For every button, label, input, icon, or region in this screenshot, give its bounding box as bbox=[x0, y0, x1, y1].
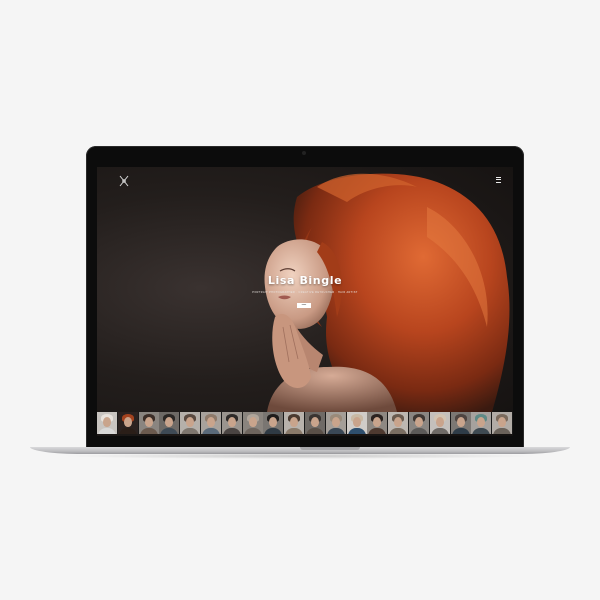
thumbnail-shoulders bbox=[139, 428, 158, 434]
portrait-thumbnail[interactable] bbox=[304, 412, 325, 434]
portrait-thumbnail[interactable] bbox=[221, 412, 242, 434]
portrait-thumbnail[interactable] bbox=[450, 412, 471, 434]
hero-title: Lisa Bingle bbox=[267, 274, 343, 287]
portrait-thumbnail[interactable] bbox=[471, 412, 492, 434]
thumbnail-shoulders bbox=[409, 428, 428, 434]
thumbnail-shoulders bbox=[222, 428, 241, 434]
thumbnail-face bbox=[103, 417, 111, 427]
thumbnail-shoulders bbox=[285, 428, 304, 434]
product-showcase: Lisa Bingle Portrait Photographer · Crea… bbox=[0, 0, 600, 600]
crossed-tools-logo-icon[interactable] bbox=[117, 174, 131, 188]
portrait-thumbnail[interactable] bbox=[97, 412, 117, 434]
thumbnail-face bbox=[352, 417, 361, 427]
portrait-thumbnail[interactable] bbox=[263, 412, 284, 434]
thumbnail-shoulders bbox=[243, 428, 262, 434]
webcam-icon bbox=[302, 151, 306, 155]
thumbnail-face bbox=[206, 417, 215, 427]
hero-subtitle: Portrait Photographer · Creative Retouch… bbox=[252, 291, 358, 294]
menu-line bbox=[495, 181, 501, 183]
hero-portrait-image bbox=[264, 173, 510, 412]
thumbnail-face bbox=[269, 417, 278, 427]
portrait-thumbnail[interactable] bbox=[159, 412, 180, 434]
more-button[interactable]: more bbox=[297, 303, 311, 308]
thumbnail-shoulders bbox=[347, 428, 366, 434]
thumbnail-face bbox=[310, 417, 319, 427]
thumbnail-shoulders bbox=[472, 428, 491, 434]
portrait-thumbnail[interactable] bbox=[388, 412, 409, 434]
laptop-screen: Lisa Bingle Portrait Photographer · Crea… bbox=[97, 167, 513, 436]
laptop-shadow bbox=[60, 453, 540, 459]
portrait-thumbnail[interactable] bbox=[346, 412, 367, 434]
thumbnail-shoulders bbox=[118, 428, 137, 434]
thumbnail-face bbox=[394, 417, 403, 427]
thumbnail-strip bbox=[97, 412, 513, 434]
portrait-thumbnail[interactable] bbox=[429, 412, 450, 434]
laptop-lid: Lisa Bingle Portrait Photographer · Crea… bbox=[86, 146, 524, 448]
portrait-thumbnail[interactable] bbox=[408, 412, 429, 434]
portrait-thumbnail[interactable] bbox=[138, 412, 159, 434]
hamburger-menu-icon[interactable] bbox=[493, 175, 503, 185]
portrait-thumbnail[interactable] bbox=[180, 412, 201, 434]
thumbnail-face bbox=[414, 417, 423, 427]
thumbnail-shoulders bbox=[326, 428, 345, 434]
thumbnail-shoulders bbox=[368, 428, 387, 434]
thumbnail-face bbox=[331, 417, 340, 427]
thumbnail-shoulders bbox=[430, 428, 449, 434]
portrait-thumbnail[interactable] bbox=[367, 412, 388, 434]
thumbnail-face bbox=[123, 417, 132, 427]
thumbnail-face bbox=[248, 417, 257, 427]
thumbnail-shoulders bbox=[451, 428, 470, 434]
portrait-thumbnail[interactable] bbox=[325, 412, 346, 434]
menu-line bbox=[495, 179, 501, 180]
thumbnail-face bbox=[227, 417, 236, 427]
laptop-opening-notch bbox=[300, 447, 360, 450]
portrait-thumbnail[interactable] bbox=[200, 412, 221, 434]
thumbnail-shoulders bbox=[264, 428, 283, 434]
thumbnail-shoulders bbox=[160, 428, 179, 434]
portrait-thumbnail[interactable] bbox=[242, 412, 263, 434]
thumbnail-shoulders bbox=[305, 428, 324, 434]
thumbnail-face bbox=[144, 417, 153, 427]
thumbnail-shoulders bbox=[389, 428, 408, 434]
portrait-thumbnail[interactable] bbox=[284, 412, 305, 434]
thumbnail-face bbox=[498, 417, 507, 427]
thumbnail-shoulders bbox=[98, 428, 116, 434]
thumbnail-face bbox=[456, 417, 465, 427]
portrait-thumbnail[interactable] bbox=[492, 412, 513, 434]
thumbnail-shoulders bbox=[181, 428, 200, 434]
thumbnail-face bbox=[290, 417, 299, 427]
portrait-thumbnail[interactable] bbox=[117, 412, 138, 434]
thumbnail-shoulders bbox=[493, 428, 512, 434]
thumbnail-face bbox=[373, 417, 382, 427]
thumbnail-face bbox=[435, 417, 444, 427]
thumbnail-face bbox=[186, 417, 195, 427]
thumbnail-shoulders bbox=[201, 428, 220, 434]
thumbnail-face bbox=[165, 417, 174, 427]
thumbnail-face bbox=[477, 417, 486, 427]
menu-line bbox=[495, 176, 501, 178]
